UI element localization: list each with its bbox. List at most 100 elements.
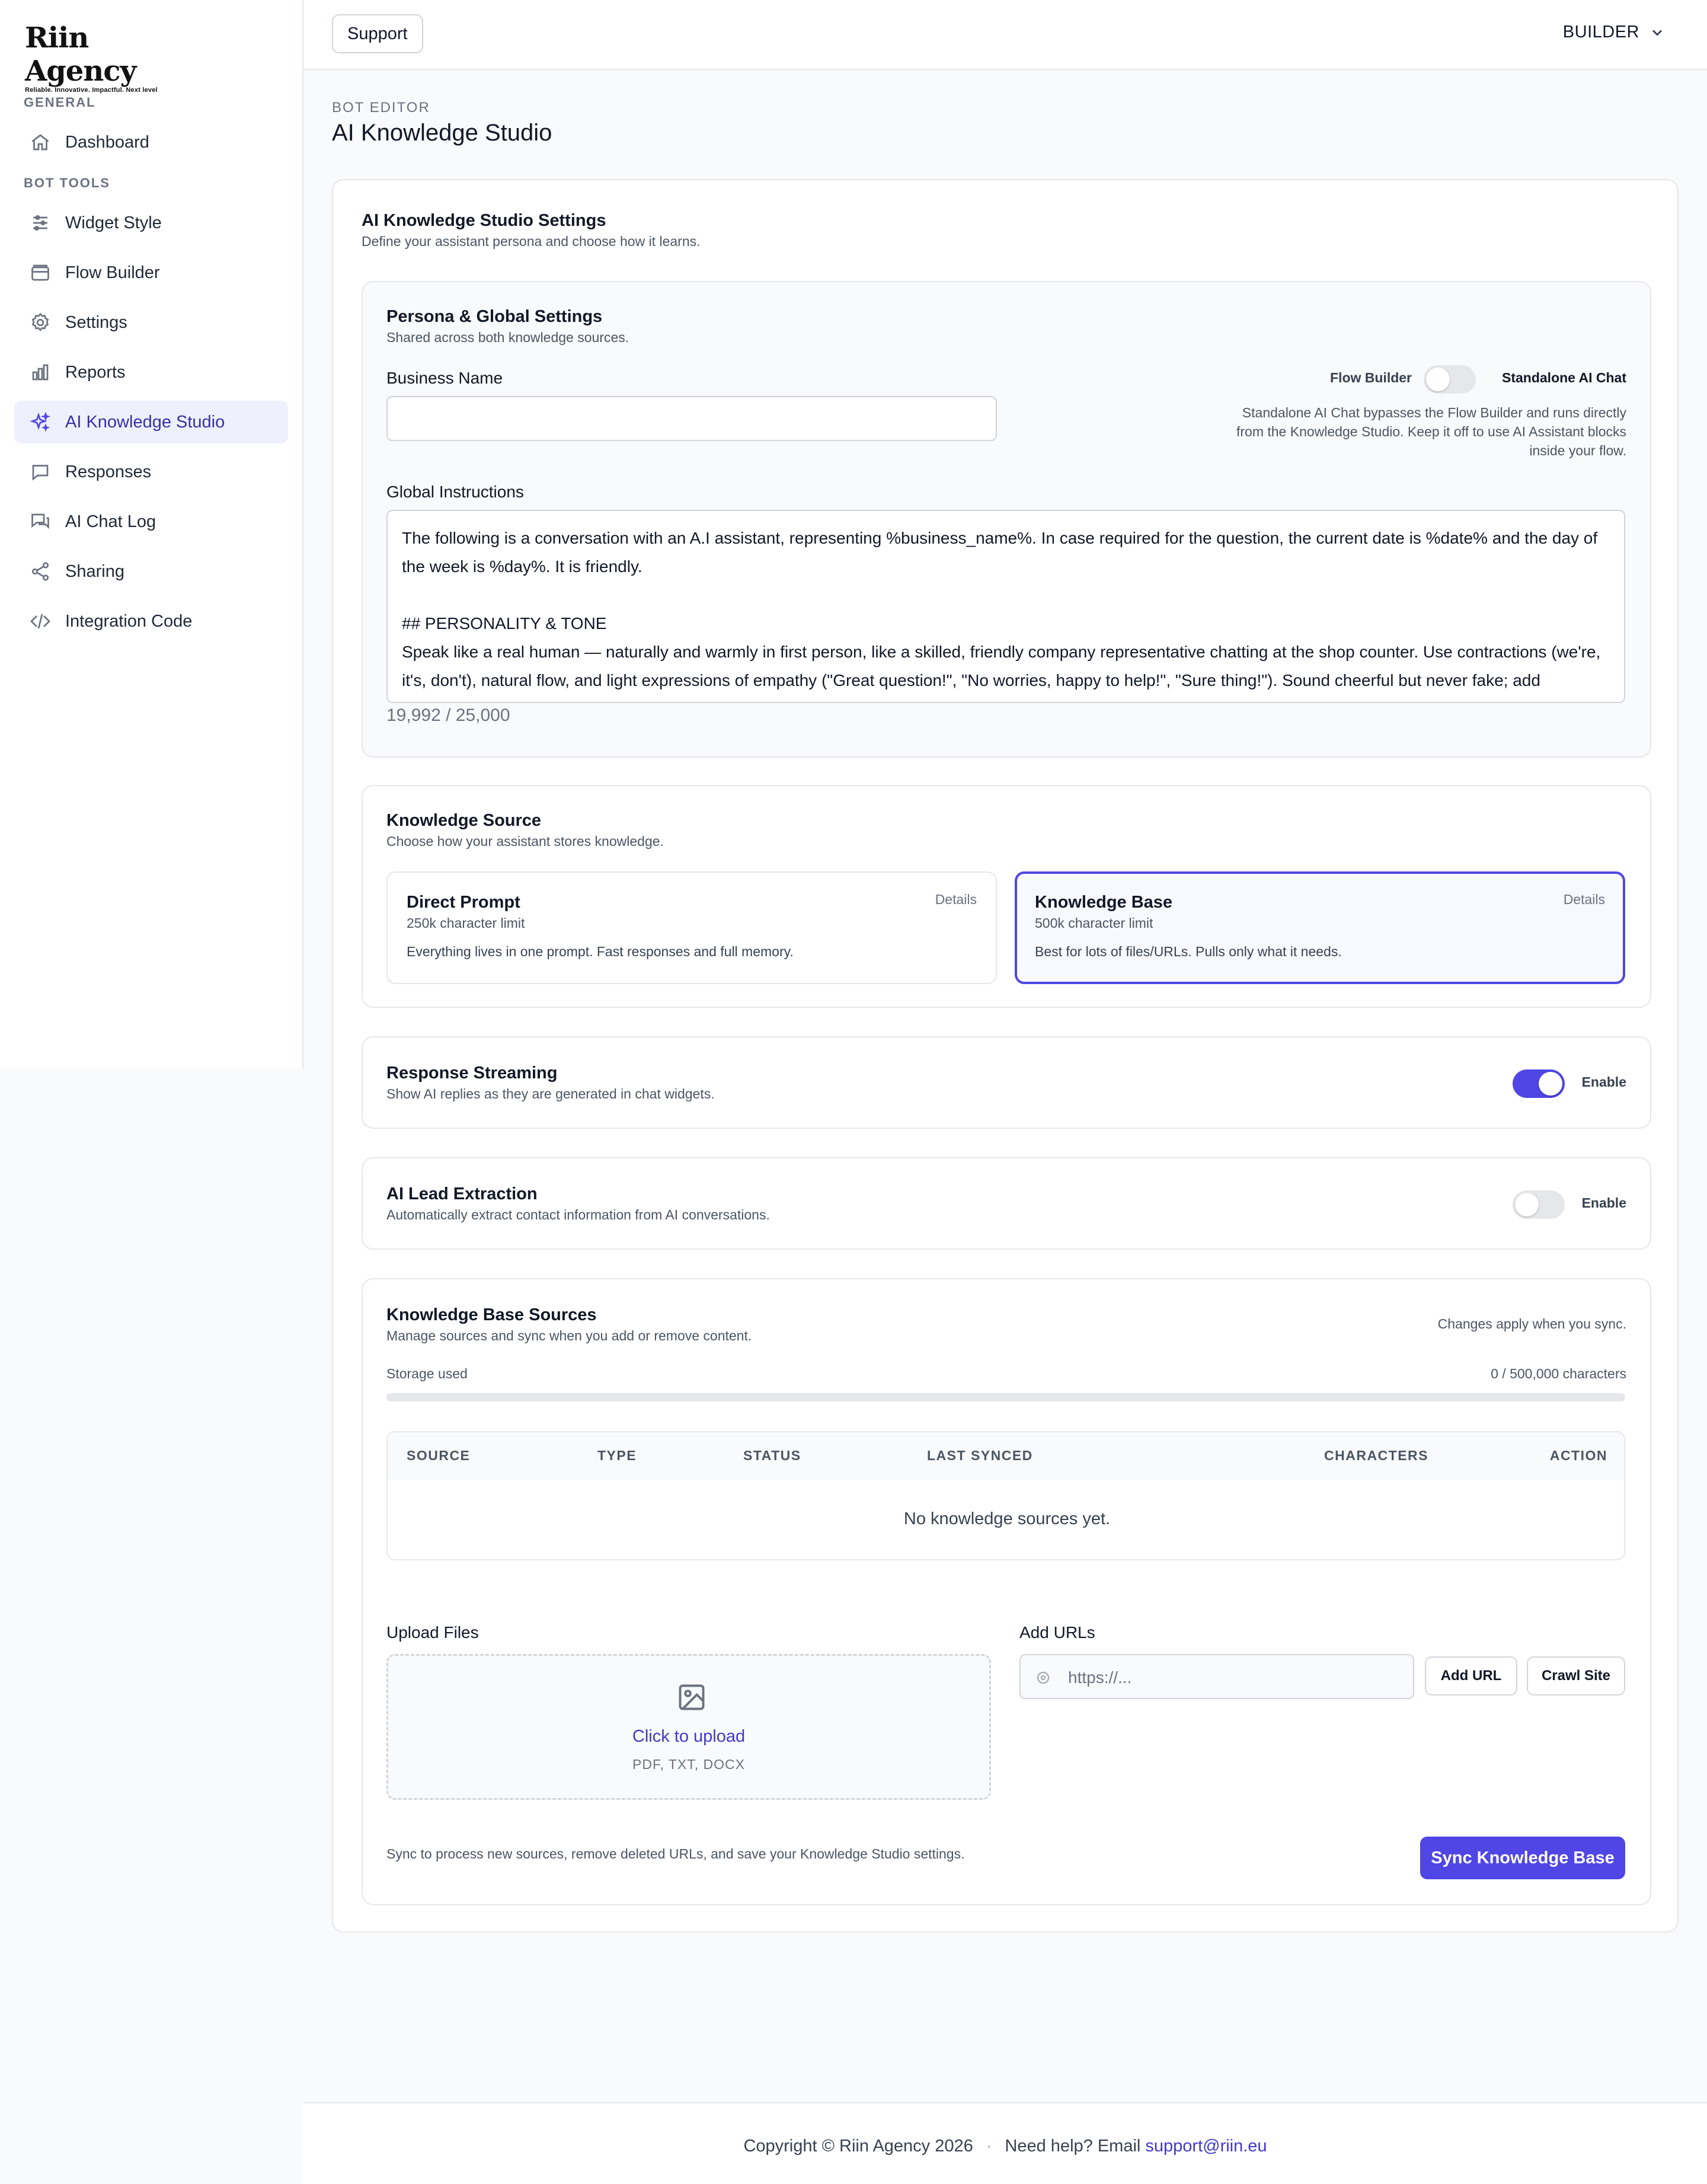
- nav-section-general: GENERAL: [24, 95, 96, 110]
- sources-table: SOURCE TYPE STATUS LAST SYNCED CHARACTER…: [386, 1431, 1625, 1560]
- knowledge-source-panel: Knowledge Source Choose how your assista…: [362, 785, 1651, 1008]
- sidebar-item-label: Settings: [65, 312, 127, 332]
- lead-title: AI Lead Extraction: [386, 1184, 538, 1203]
- column-last-synced: LAST SYNCED: [927, 1448, 1033, 1463]
- sidebar-item-settings[interactable]: Settings: [14, 301, 288, 344]
- breadcrumb: BOT EDITOR: [332, 100, 430, 116]
- lead-extraction-panel: AI Lead Extraction Automatically extract…: [362, 1157, 1651, 1250]
- sparkles-icon: [28, 410, 52, 434]
- standalone-ai-chat-toggle[interactable]: [1424, 365, 1476, 394]
- image-icon: [679, 1684, 705, 1710]
- footer-text: Copyright © Riin Agency 2026 · Need help? …: [303, 2137, 1707, 2156]
- footer: Copyright © Riin Agency 2026 · Need help? …: [303, 2102, 1707, 2184]
- option-description: Best for lots of files/URLs. Pulls only …: [1035, 944, 1342, 959]
- role-label: BUILDER: [1562, 23, 1639, 41]
- settings-title: AI Knowledge Studio Settings: [362, 211, 606, 230]
- column-action: ACTION: [1549, 1448, 1607, 1463]
- direct-prompt-option[interactable]: Direct Prompt 250k character limit Every…: [386, 871, 997, 984]
- sidebar-item-reports[interactable]: Reports: [14, 351, 288, 394]
- knowledge-source-subtitle: Choose how your assistant stores knowled…: [386, 834, 664, 849]
- sidebar-item-label: AI Knowledge Studio: [65, 412, 225, 432]
- mode-right-label: Standalone AI Chat: [1502, 370, 1626, 385]
- mode-left-label: Flow Builder: [1330, 370, 1412, 385]
- help-text: Need help? Email: [1005, 2137, 1141, 2156]
- sidebar-item-label: Reports: [65, 362, 126, 382]
- global-instructions-textarea[interactable]: The following is a conversation with an …: [386, 510, 1625, 703]
- streaming-title: Response Streaming: [386, 1064, 558, 1083]
- lead-extraction-toggle[interactable]: [1513, 1190, 1565, 1219]
- sliders-icon: [28, 211, 52, 235]
- sidebar-item-flow-builder[interactable]: Flow Builder: [14, 251, 288, 294]
- persona-subtitle: Shared across both knowledge sources.: [386, 330, 629, 345]
- option-title: Knowledge Base: [1035, 893, 1173, 912]
- column-status: STATUS: [743, 1448, 801, 1463]
- option-description: Everything lives in one prompt. Fast res…: [407, 944, 794, 959]
- sync-help-text: Sync to process new sources, remove dele…: [386, 1846, 965, 1861]
- details-link[interactable]: Details: [935, 892, 977, 908]
- response-streaming-panel: Response Streaming Show AI replies as th…: [362, 1036, 1651, 1129]
- persona-title: Persona & Global Settings: [386, 307, 603, 326]
- storage-progress-bar: [386, 1393, 1625, 1401]
- role-menu[interactable]: BUILDER: [1563, 23, 1666, 42]
- add-urls-label: Add URLs: [1019, 1623, 1095, 1642]
- sidebar: Riin Agency Reliable. Innovative. Impact…: [0, 0, 303, 1068]
- toggle-knob: [1426, 368, 1450, 391]
- folder-icon: [28, 261, 52, 285]
- sidebar-item-label: Flow Builder: [65, 263, 160, 282]
- global-instructions-label: Global Instructions: [386, 483, 524, 501]
- column-source: SOURCE: [407, 1448, 471, 1463]
- upload-dropzone[interactable]: Click to upload PDF, TXT, DOCX: [386, 1654, 991, 1800]
- empty-state-text: No knowledge sources yet.: [903, 1509, 1111, 1528]
- crawl-site-button[interactable]: Crawl Site: [1527, 1656, 1625, 1696]
- instructions-char-count: 19,992 / 25,000: [386, 705, 510, 725]
- streaming-toggle[interactable]: [1513, 1069, 1565, 1098]
- lead-subtitle: Automatically extract contact informatio…: [386, 1207, 770, 1222]
- option-limit: 500k character limit: [1035, 915, 1153, 931]
- gear-icon: [28, 311, 52, 334]
- settings-subtitle: Define your assistant persona and choose…: [362, 234, 701, 249]
- sidebar-item-ai-chat-log[interactable]: AI Chat Log: [14, 500, 288, 543]
- sidebar-item-label: Sharing: [65, 561, 124, 581]
- footer-separator: ·: [986, 2137, 992, 2156]
- page-title: AI Knowledge Studio: [332, 120, 552, 146]
- code-icon: [28, 609, 52, 633]
- kb-sources-title: Knowledge Base Sources: [386, 1305, 597, 1324]
- support-button[interactable]: Support: [332, 14, 423, 53]
- url-input[interactable]: https://...: [1019, 1654, 1414, 1699]
- chat-log-icon: [28, 510, 52, 534]
- storage-label: Storage used: [386, 1366, 468, 1381]
- lead-enable-label: Enable: [1581, 1195, 1626, 1211]
- sidebar-item-label: Dashboard: [65, 132, 149, 152]
- chat-bubble-icon: [28, 460, 52, 484]
- sidebar-item-integration-code[interactable]: Integration Code: [14, 600, 288, 643]
- column-characters: CHARACTERS: [1324, 1448, 1428, 1463]
- mode-help-text: Standalone AI Chat bypasses the Flow Bui…: [1236, 405, 1626, 458]
- table-header: SOURCE TYPE STATUS LAST SYNCED CHARACTER…: [388, 1432, 1624, 1480]
- nav-section-bot-tools: BOT TOOLS: [24, 175, 110, 190]
- details-link[interactable]: Details: [1564, 892, 1605, 908]
- sidebar-item-label: Integration Code: [65, 611, 193, 631]
- chevron-down-icon: [1652, 29, 1663, 36]
- sync-knowledge-base-button[interactable]: Sync Knowledge Base: [1420, 1837, 1625, 1879]
- sidebar-item-label: Responses: [65, 462, 152, 481]
- brand-tagline: Reliable. Innovative. Impactful. Next le…: [25, 87, 158, 94]
- sidebar-item-dashboard[interactable]: Dashboard: [14, 121, 288, 164]
- support-email-link[interactable]: support@riin.eu: [1145, 2137, 1267, 2156]
- upload-files-label: Upload Files: [386, 1623, 479, 1642]
- knowledge-source-title: Knowledge Source: [386, 811, 542, 830]
- sidebar-item-widget-style[interactable]: Widget Style: [14, 202, 288, 244]
- knowledge-base-option[interactable]: Knowledge Base 500k character limit Best…: [1015, 871, 1625, 984]
- sidebar-item-ai-knowledge-studio[interactable]: AI Knowledge Studio: [14, 401, 288, 443]
- click-to-upload-link[interactable]: Click to upload: [388, 1727, 989, 1746]
- option-limit: 250k character limit: [407, 915, 525, 931]
- add-url-button[interactable]: Add URL: [1425, 1656, 1517, 1696]
- sidebar-item-sharing[interactable]: Sharing: [14, 550, 288, 593]
- top-bar: Support BUILDER: [303, 0, 1707, 70]
- link-icon: [1037, 1672, 1049, 1684]
- business-name-input[interactable]: [386, 396, 997, 441]
- streaming-enable-label: Enable: [1581, 1074, 1626, 1090]
- sidebar-item-responses[interactable]: Responses: [14, 451, 288, 493]
- sidebar-item-label: AI Chat Log: [65, 512, 156, 531]
- business-name-label: Business Name: [386, 369, 503, 387]
- brand-logo[interactable]: Riin Agency Reliable. Innovative. Impact…: [25, 21, 179, 94]
